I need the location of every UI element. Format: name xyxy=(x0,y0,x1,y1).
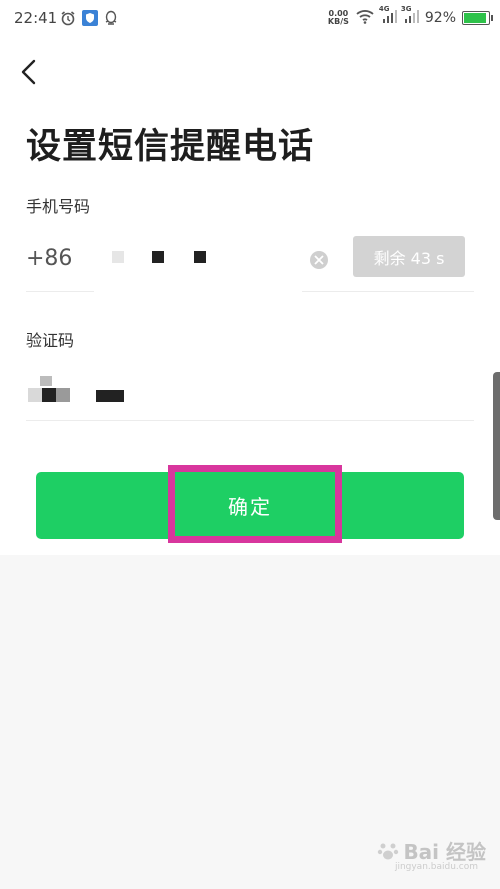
redacted-block xyxy=(42,388,56,402)
battery-percent: 92% xyxy=(424,10,456,26)
back-button[interactable] xyxy=(14,56,46,88)
status-bar: 22:41 0.00 KB/S 4G 3G 92% xyxy=(0,0,500,36)
qq-icon xyxy=(104,10,118,30)
watermark-brand: Bai 经验 xyxy=(403,840,486,864)
net-speed: 0.00 KB/S xyxy=(327,9,349,26)
battery-icon xyxy=(462,11,493,25)
redacted-block xyxy=(56,388,70,402)
annotation-highlight-box xyxy=(168,465,342,543)
phone-label: 手机号码 xyxy=(26,197,91,216)
redacted-block xyxy=(152,251,164,263)
redacted-block xyxy=(112,251,124,263)
chevron-left-icon xyxy=(21,59,36,85)
close-icon xyxy=(314,255,324,265)
country-code-underline xyxy=(26,291,94,292)
scroll-handle[interactable] xyxy=(493,372,500,520)
watermark: Bai 经验 xyxy=(377,836,486,865)
signal-4g-icon: 4G xyxy=(379,5,397,28)
redacted-block xyxy=(194,251,206,263)
paw-icon xyxy=(378,843,399,859)
code-label: 验证码 xyxy=(26,331,75,350)
status-time: 22:41 xyxy=(14,9,58,27)
watermark-url: jingyan.baidu.com xyxy=(394,862,478,872)
wifi-icon xyxy=(355,8,375,28)
page-title: 设置短信提醒电话 xyxy=(26,127,315,167)
redacted-block xyxy=(28,388,42,402)
status-right: 0.00 KB/S 4G 3G 92% xyxy=(327,5,493,28)
clear-input-button[interactable] xyxy=(310,251,328,269)
redacted-block xyxy=(40,376,52,386)
signal-3g-icon: 3G xyxy=(401,5,419,28)
code-input[interactable] xyxy=(26,372,472,412)
phone-underline xyxy=(302,291,474,292)
code-underline xyxy=(26,420,474,421)
redacted-block xyxy=(96,390,124,402)
alarm-icon xyxy=(60,10,76,30)
country-code[interactable]: +86 xyxy=(26,246,72,271)
shield-app-icon xyxy=(82,10,98,30)
resend-countdown-button[interactable]: 剩余 43 s xyxy=(353,236,465,277)
phone-input[interactable] xyxy=(108,238,298,278)
